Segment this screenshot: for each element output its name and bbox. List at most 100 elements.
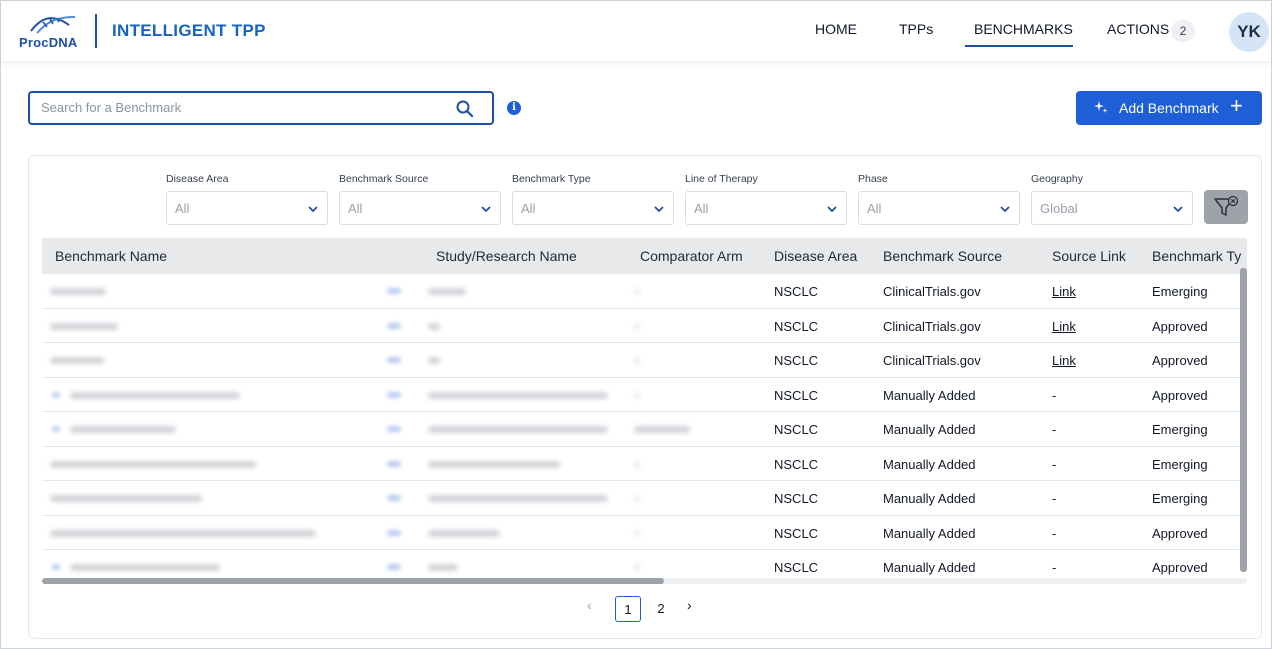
filter-label: Phase	[858, 173, 888, 185]
add-benchmark-button[interactable]: Add Benchmark +	[1076, 91, 1262, 125]
cell-benchmark-type: Approved	[1152, 318, 1208, 334]
expand-icon[interactable]	[52, 391, 60, 398]
prev-page-icon[interactable]: ‹	[587, 597, 592, 613]
horizontal-scrollbar[interactable]	[42, 578, 1247, 584]
table-row[interactable]: NSCLC Manually Added - Approved	[42, 515, 1242, 550]
filter-value: All	[348, 201, 363, 216]
app-title: INTELLIGENT TPP	[112, 21, 266, 40]
filter-select[interactable]: All	[166, 191, 328, 225]
cell-source-link[interactable]: Link	[1052, 284, 1076, 299]
nav-home[interactable]: HOME	[815, 21, 857, 37]
procdna-logo[interactable]: ProcDNA	[19, 11, 85, 51]
cell-source-link: -	[1052, 387, 1057, 403]
redacted-benchmark-name	[50, 529, 316, 537]
cell-benchmark-type: Emerging	[1152, 284, 1208, 299]
cell-disease-area: NSCLC	[774, 318, 819, 334]
search-box	[28, 91, 494, 125]
col-comparator-arm[interactable]: Comparator Arm	[640, 248, 743, 264]
redacted-study-name	[428, 529, 500, 537]
filter-clear-icon	[1214, 195, 1239, 216]
cell-benchmark-source: Manually Added	[883, 387, 976, 403]
cell-benchmark-source: Manually Added	[883, 456, 976, 472]
nav-active-indicator	[965, 45, 1073, 47]
table-row[interactable]: NSCLC Manually Added - Approved	[42, 377, 1242, 412]
col-disease-area[interactable]: Disease Area	[774, 248, 857, 264]
expand-icon[interactable]	[52, 426, 60, 432]
filter-select[interactable]: All	[339, 191, 501, 225]
redacted-tag	[387, 357, 401, 363]
info-icon[interactable]: i	[507, 101, 521, 115]
cell-benchmark-type: Approved	[1152, 560, 1208, 575]
redacted-tag	[387, 426, 401, 432]
chevron-down-icon	[654, 206, 664, 213]
nav-tpps[interactable]: TPPs	[899, 21, 933, 37]
filter-select[interactable]: All	[512, 191, 674, 225]
search-input[interactable]	[41, 100, 441, 115]
cell-benchmark-type: Approved	[1152, 387, 1208, 403]
table-row[interactable]: NSCLC Manually Added - Emerging	[42, 481, 1242, 516]
filter-disease-area: Disease Area All	[166, 173, 328, 225]
table-header: Benchmark Name Study/Research Name Compa…	[42, 238, 1247, 274]
col-source-link[interactable]: Source Link	[1052, 248, 1126, 264]
filter-select[interactable]: All	[858, 191, 1020, 225]
add-benchmark-label: Add Benchmark	[1119, 100, 1219, 116]
redacted-comparator-arm	[634, 460, 640, 468]
sparkle-icon	[1094, 101, 1108, 113]
cell-source-link[interactable]: Link	[1052, 353, 1076, 368]
cell-benchmark-type: Emerging	[1152, 422, 1208, 437]
redacted-benchmark-name	[70, 391, 240, 399]
logo-divider	[95, 14, 97, 48]
horizontal-scroll-thumb[interactable]	[42, 578, 664, 584]
cell-benchmark-source: Manually Added	[883, 491, 976, 506]
filter-label: Benchmark Source	[339, 173, 429, 185]
plus-icon: +	[1230, 93, 1243, 118]
top-header: ProcDNA INTELLIGENT TPP HOME TPPs BENCHM…	[1, 1, 1271, 61]
table-row[interactable]: NSCLC ClinicalTrials.gov Link Approved	[42, 308, 1242, 343]
nav-benchmarks[interactable]: BENCHMARKS	[974, 21, 1073, 37]
expand-icon[interactable]	[52, 564, 60, 570]
logo-text: ProcDNA	[19, 35, 78, 50]
table-row[interactable]: NSCLC ClinicalTrials.gov Link Approved	[42, 343, 1242, 378]
table-row[interactable]: NSCLC ClinicalTrials.gov Link Emerging	[42, 274, 1242, 309]
vertical-scrollbar[interactable]	[1240, 238, 1247, 582]
redacted-benchmark-name	[50, 357, 104, 364]
cell-benchmark-type: Emerging	[1152, 491, 1208, 506]
filter-select[interactable]: All	[685, 191, 847, 225]
redacted-study-name	[428, 391, 608, 399]
redacted-tag	[387, 564, 401, 570]
chevron-down-icon	[827, 206, 837, 213]
redacted-benchmark-name	[70, 426, 176, 433]
search-icon[interactable]	[455, 99, 475, 119]
col-benchmark-source[interactable]: Benchmark Source	[883, 248, 1002, 264]
redacted-study-name	[428, 357, 440, 364]
table-row[interactable]: NSCLC Manually Added - Emerging	[42, 412, 1242, 447]
nav-actions[interactable]: ACTIONS	[1107, 21, 1169, 37]
filter-value: All	[521, 201, 536, 216]
next-page-icon[interactable]: ›	[687, 597, 692, 613]
redacted-study-name	[428, 322, 440, 330]
filter-value: Global	[1040, 201, 1078, 216]
filter-label: Disease Area	[166, 173, 229, 185]
col-study-name[interactable]: Study/Research Name	[436, 248, 577, 264]
table-row[interactable]: NSCLC Manually Added - Emerging	[42, 446, 1242, 481]
chevron-down-icon	[1173, 206, 1183, 213]
col-benchmark-name[interactable]: Benchmark Name	[55, 248, 167, 264]
redacted-study-name	[428, 564, 458, 571]
user-avatar[interactable]: YK	[1229, 12, 1269, 52]
filter-select[interactable]: Global	[1031, 191, 1193, 225]
page-1-button[interactable]: 1	[615, 596, 641, 622]
cell-benchmark-type: Emerging	[1152, 456, 1208, 472]
redacted-comparator-arm	[634, 322, 640, 330]
cell-benchmark-source: Manually Added	[883, 560, 976, 575]
benchmarks-card: Disease Area All Benchmark Source All Be…	[28, 155, 1262, 639]
cell-source-link: -	[1052, 560, 1057, 575]
vertical-scroll-thumb[interactable]	[1240, 268, 1247, 572]
redacted-tag	[387, 322, 401, 329]
col-benchmark-type[interactable]: Benchmark Ty	[1152, 248, 1241, 264]
filter-label: Benchmark Type	[512, 173, 591, 185]
redacted-tag	[387, 495, 401, 501]
page-2-button[interactable]: 2	[648, 596, 674, 622]
clear-filters-button[interactable]	[1204, 190, 1248, 224]
cell-source-link[interactable]: Link	[1052, 319, 1076, 334]
redacted-comparator-arm	[634, 288, 640, 295]
